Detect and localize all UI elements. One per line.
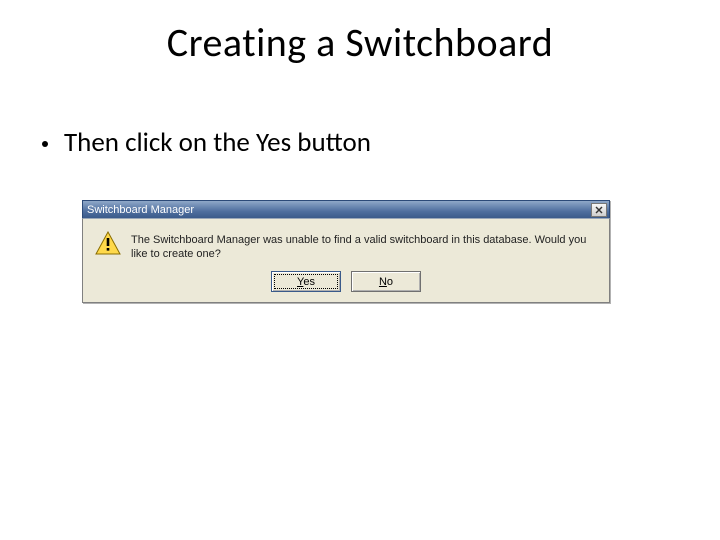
dialog-titlebar: Switchboard Manager <box>82 200 610 218</box>
no-accelerator: N <box>379 276 387 288</box>
close-icon <box>595 206 603 214</box>
dialog-title: Switchboard Manager <box>87 204 591 216</box>
no-button[interactable]: No <box>351 271 421 292</box>
dialog-body: The Switchboard Manager was unable to fi… <box>82 218 610 303</box>
bullet-dot-icon <box>42 141 48 147</box>
slide-title: Creating a Switchboard <box>0 18 720 67</box>
slide: Creating a Switchboard Then click on the… <box>0 0 720 540</box>
dialog-button-row: Yes No <box>95 271 597 292</box>
bullet-text: Then click on the Yes button <box>64 126 371 159</box>
dialog-message: The Switchboard Manager was unable to fi… <box>131 229 597 261</box>
yes-button[interactable]: Yes <box>271 271 341 292</box>
warning-icon <box>95 231 121 255</box>
dialog-content-row: The Switchboard Manager was unable to fi… <box>95 229 597 261</box>
yes-label-rest: es <box>303 276 315 288</box>
close-button[interactable] <box>591 203 607 217</box>
switchboard-dialog: Switchboard Manager The Switchboard Mana… <box>82 200 610 303</box>
no-label-rest: o <box>387 276 393 288</box>
bullet-item: Then click on the Yes button <box>42 126 371 159</box>
